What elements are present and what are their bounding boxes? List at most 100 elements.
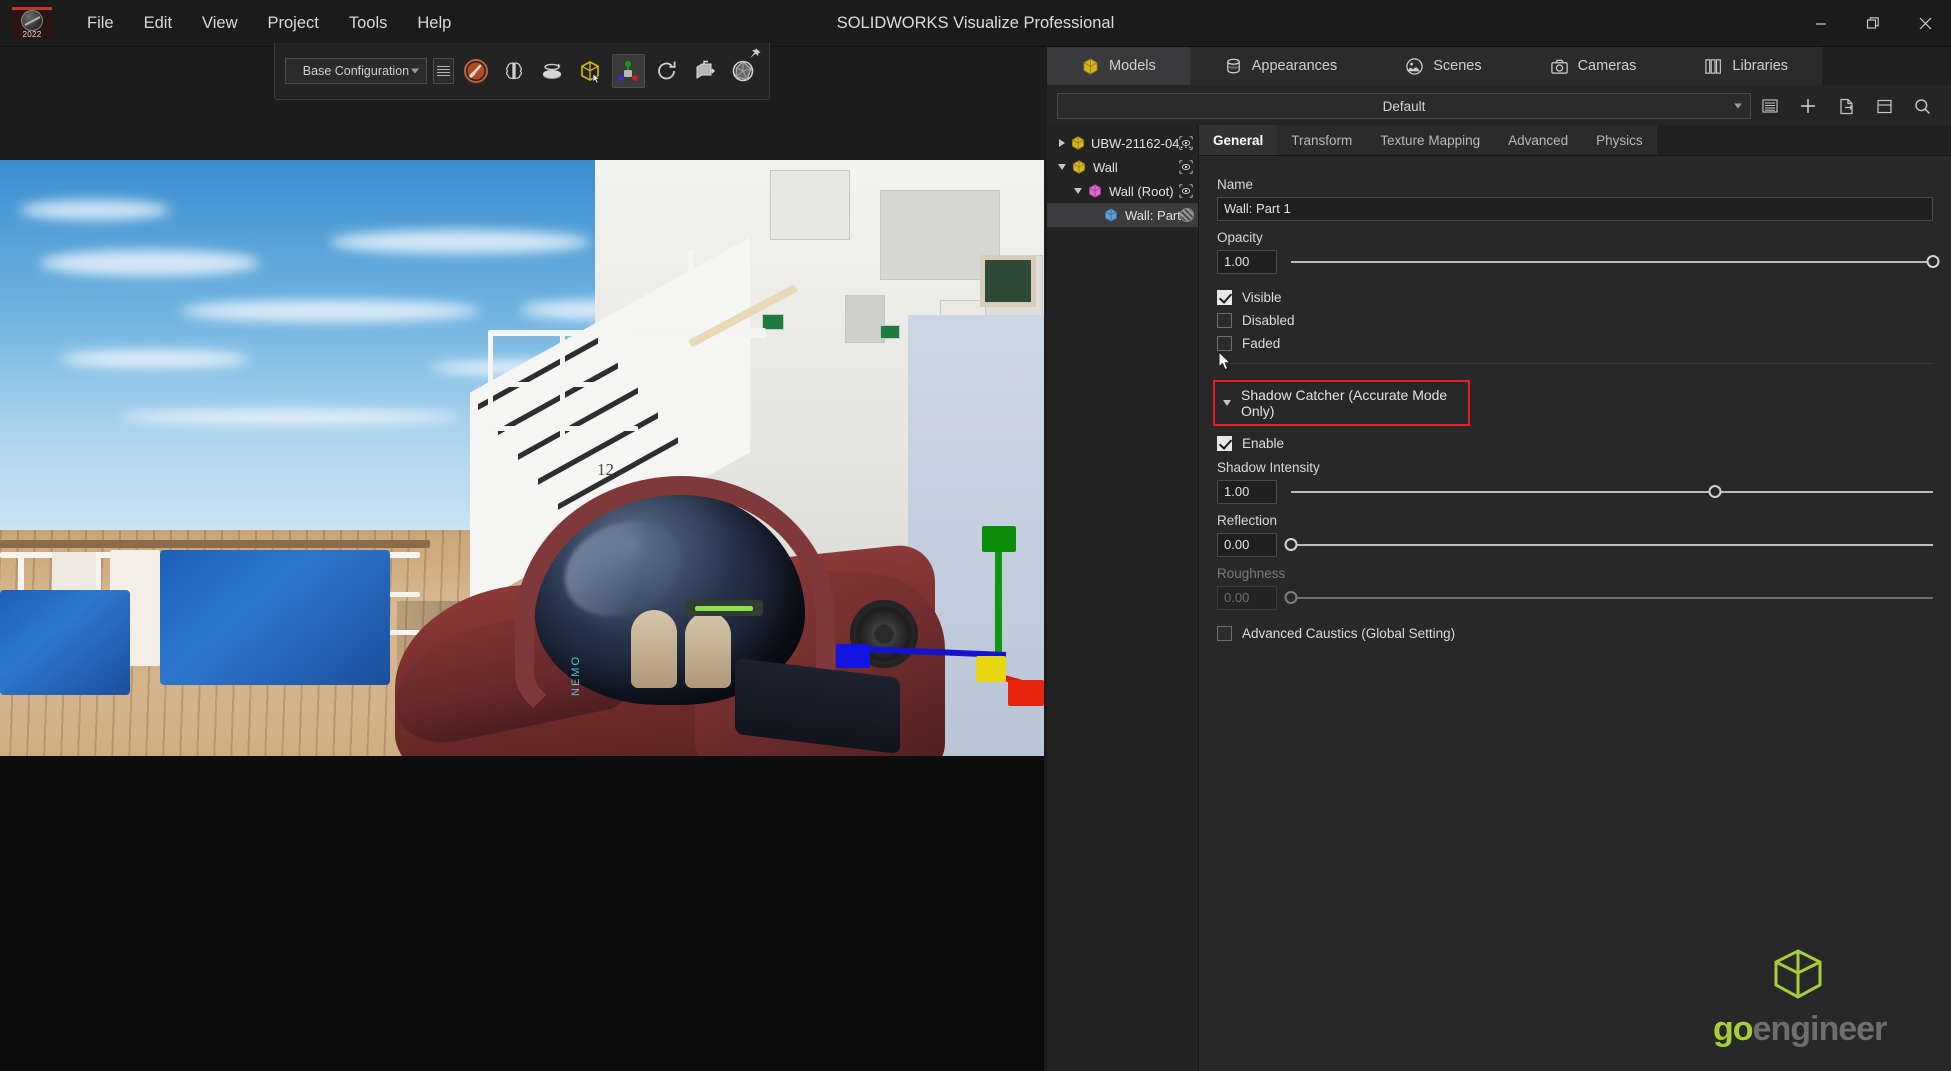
faded-row[interactable]: Faded — [1217, 336, 1933, 351]
model-select-icon[interactable] — [574, 54, 606, 88]
shadow-intensity-slider[interactable] — [1291, 482, 1933, 502]
tree-item-wall-root[interactable]: Wall (Root) — [1047, 179, 1198, 203]
tree-item-wall[interactable]: Wall — [1047, 155, 1198, 179]
goengineer-logo: goengineer — [1713, 947, 1887, 1049]
visible-row[interactable]: Visible — [1217, 290, 1933, 305]
tab-cameras-label: Cameras — [1577, 58, 1637, 74]
disabled-checkbox[interactable] — [1217, 313, 1232, 328]
add-icon[interactable] — [1789, 93, 1827, 119]
gizmo-axis-x-handle[interactable] — [836, 644, 870, 668]
menu-item-file[interactable]: File — [72, 8, 129, 39]
reflection-slider-thumb[interactable] — [1284, 538, 1298, 551]
tab-libraries[interactable]: Libraries — [1670, 47, 1823, 85]
render-output-icon[interactable] — [689, 54, 721, 88]
configuration-value: Base Configuration — [302, 64, 410, 78]
expander-right-icon[interactable] — [1055, 139, 1068, 147]
menu-item-edit[interactable]: Edit — [129, 8, 187, 39]
reset-icon[interactable] — [651, 54, 683, 88]
close-button[interactable] — [1899, 0, 1951, 47]
menu-item-help[interactable]: Help — [402, 8, 466, 39]
title-bar: 2022 File Edit View Project Tools Help S… — [0, 0, 1951, 47]
opacity-slider-thumb[interactable] — [1926, 255, 1940, 268]
menu-item-tools[interactable]: Tools — [334, 8, 403, 39]
model-tree[interactable]: UBW-21162-0472... Wall Wall (Root) Wall:… — [1047, 125, 1199, 1071]
goengineer-engineer-text: engineer — [1752, 1010, 1888, 1048]
tab-scenes-label: Scenes — [1433, 58, 1482, 74]
gizmo-axis-z-handle[interactable] — [1008, 680, 1044, 706]
yellow-cube-icon — [1068, 135, 1087, 151]
advanced-caustics-row[interactable]: Advanced Caustics (Global Setting) — [1217, 626, 1933, 641]
configuration-dropdown[interactable]: Base Configuration — [285, 58, 427, 84]
advanced-caustics-checkbox[interactable] — [1217, 626, 1232, 641]
tab-models[interactable]: Models — [1047, 47, 1190, 85]
manipulator-icon[interactable] — [612, 54, 645, 88]
reflection-label: Reflection — [1217, 513, 1278, 528]
gizmo-center-handle[interactable] — [976, 656, 1006, 682]
menu-item-view[interactable]: View — [187, 8, 252, 39]
tab-transform[interactable]: Transform — [1277, 125, 1367, 155]
ground-shadow-icon[interactable] — [536, 54, 568, 88]
disabled-row[interactable]: Disabled — [1217, 313, 1933, 328]
tab-appearances[interactable]: Appearances — [1189, 47, 1372, 85]
name-input[interactable]: Wall: Part 1 — [1217, 197, 1933, 221]
goengineer-wordmark: goengineer — [1713, 1010, 1887, 1049]
tree-item-ubw[interactable]: UBW-21162-0472... — [1047, 131, 1198, 155]
faded-checkbox[interactable] — [1217, 336, 1232, 351]
import-file-icon[interactable] — [1827, 93, 1865, 119]
reflection-slider[interactable] — [1284, 535, 1933, 555]
collapse-triangle-icon[interactable] — [1223, 400, 1231, 406]
tree-item-label: Wall — [1093, 159, 1118, 175]
yellow-cube-icon — [1081, 57, 1100, 76]
ai-denoiser-icon[interactable] — [498, 54, 530, 88]
shadow-catcher-enable-checkbox[interactable] — [1217, 436, 1232, 451]
shadow-intensity-input[interactable]: 1.00 — [1217, 480, 1277, 504]
visible-checkbox[interactable] — [1217, 290, 1232, 305]
tree-item-wall-part-1[interactable]: Wall: Part 1 — [1047, 203, 1198, 227]
visible-label: Visible — [1242, 290, 1282, 305]
gizmo-axis-y-handle[interactable] — [982, 526, 1016, 552]
shadow-intensity-slider-thumb[interactable] — [1708, 485, 1722, 498]
shadow-catcher-title: Shadow Catcher (Accurate Mode Only) — [1241, 387, 1448, 419]
render-mode-icon[interactable] — [460, 54, 492, 88]
tab-scenes[interactable]: Scenes — [1371, 47, 1516, 85]
appearance-sphere-icon[interactable] — [1180, 208, 1194, 222]
blue-cube-icon — [1101, 207, 1121, 223]
tab-advanced[interactable]: Advanced — [1494, 125, 1583, 155]
visibility-eye-icon[interactable] — [1178, 183, 1194, 199]
viewport-toolbar: Base Configuration — [274, 43, 770, 100]
yellow-cube-icon — [1069, 159, 1089, 175]
expander-down-icon[interactable] — [1071, 188, 1085, 194]
tab-physics[interactable]: Physics — [1582, 125, 1657, 155]
cloud — [60, 350, 250, 368]
shadow-catcher-section-header[interactable]: Shadow Catcher (Accurate Mode Only) — [1213, 380, 1470, 426]
cloud — [20, 200, 170, 220]
transform-gizmo[interactable] — [836, 526, 1044, 706]
tab-cameras[interactable]: Cameras — [1515, 47, 1671, 85]
tab-texture-mapping[interactable]: Texture Mapping — [1366, 125, 1495, 155]
reflection-input[interactable]: 0.00 — [1217, 533, 1277, 557]
save-panel-icon[interactable] — [1865, 93, 1903, 119]
visibility-eye-icon[interactable] — [1178, 159, 1194, 175]
viewport-canvas[interactable]: 12 NEMO — [0, 160, 1044, 756]
render-viewport[interactable]: 12 NEMO — [0, 160, 1044, 756]
pin-icon[interactable] — [746, 47, 762, 63]
visibility-eye-icon[interactable] — [1178, 135, 1194, 151]
list-view-icon[interactable] — [1751, 93, 1789, 119]
menu-item-project[interactable]: Project — [253, 8, 334, 39]
tree-item-label: Wall (Root) — [1109, 183, 1174, 199]
expander-down-icon[interactable] — [1055, 164, 1069, 170]
properties-panel: General Transform Texture Mapping Advanc… — [1199, 125, 1951, 1071]
shadow-catcher-enable-row[interactable]: Enable — [1217, 436, 1933, 451]
restore-button[interactable] — [1847, 0, 1899, 47]
search-icon[interactable] — [1903, 93, 1941, 119]
opacity-input[interactable]: 1.00 — [1217, 250, 1277, 274]
minimize-button[interactable] — [1795, 0, 1847, 47]
roughness-slider-thumb — [1284, 591, 1298, 604]
tab-general[interactable]: General — [1199, 125, 1278, 155]
configuration-list-button[interactable] — [432, 58, 454, 84]
faded-label: Faded — [1242, 336, 1281, 351]
opacity-slider[interactable] — [1291, 252, 1940, 272]
reflection-row: 0.00 — [1217, 533, 1933, 557]
library-dropdown[interactable]: Default — [1057, 93, 1751, 119]
upper-rail-frame — [488, 382, 658, 387]
